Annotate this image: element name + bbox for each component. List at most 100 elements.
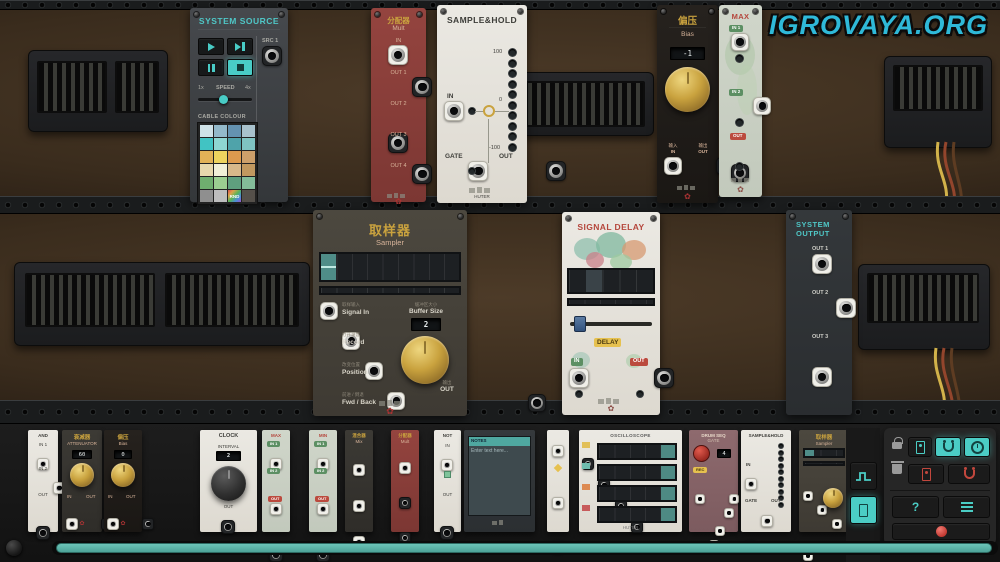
in2-jack[interactable] [552, 497, 564, 509]
cable-colour-swatch[interactable] [242, 125, 255, 137]
in2-jack[interactable] [317, 503, 329, 515]
module-tray-button[interactable] [850, 496, 877, 524]
speed-slider-handle[interactable] [219, 95, 228, 104]
bias-knob[interactable] [111, 463, 135, 487]
in1-jack[interactable] [353, 464, 365, 476]
tray-module-not[interactable]: NOT IN OUT [434, 430, 461, 532]
tray-module-bias[interactable]: 偏压 Bias 0 IN OUT ✿ [104, 430, 142, 532]
cable-colour-swatch[interactable] [214, 190, 227, 202]
scope-view-button[interactable] [850, 462, 877, 490]
history-button[interactable] [964, 437, 990, 457]
module-sample-hold[interactable]: SAMPLE&HOLD 100 0 -100 IN GATE OUT HUTER [437, 5, 527, 203]
out-jack[interactable] [36, 526, 50, 540]
in2-jack[interactable] [353, 500, 365, 512]
src1-jack[interactable] [262, 46, 282, 66]
buffer-knob[interactable] [823, 488, 843, 508]
gate-jack[interactable] [761, 515, 773, 527]
out-jack[interactable] [142, 518, 154, 530]
delete-module-button[interactable] [908, 464, 944, 484]
cable-colour-swatch[interactable] [228, 138, 241, 150]
in1-jack[interactable] [731, 33, 749, 51]
cable-colour-swatch[interactable] [214, 151, 227, 163]
buffer-size-knob[interactable] [401, 336, 449, 384]
cable-colour-swatch[interactable] [200, 125, 213, 137]
step-button[interactable] [227, 38, 253, 55]
in-jack[interactable] [399, 462, 411, 474]
out2-jack[interactable] [836, 298, 856, 318]
in2-jack[interactable] [753, 97, 771, 115]
delete-cables-button[interactable] [948, 464, 990, 484]
out-jack[interactable] [546, 161, 566, 181]
tray-scrollbar-thumb[interactable] [56, 543, 992, 553]
tray-module-max[interactable]: MAX IN 1 IN 2 OUT [262, 430, 290, 532]
signal-in-jack[interactable] [320, 302, 338, 320]
in-jack[interactable] [444, 101, 464, 121]
in-jack[interactable] [388, 45, 408, 65]
cable-colour-swatch[interactable] [214, 177, 227, 189]
tray-scroll-knob[interactable] [6, 540, 28, 558]
seq-jack-4[interactable] [715, 526, 725, 536]
record-jack[interactable] [817, 505, 827, 515]
tray-module-edge[interactable] [547, 430, 569, 532]
lock-cables-button[interactable] [935, 437, 961, 457]
cable-colour-swatch[interactable] [228, 177, 241, 189]
signal-in-jack[interactable] [803, 491, 813, 501]
tray-module-mult[interactable]: 分配器 Mult [391, 430, 419, 532]
gate-display[interactable]: 4 [717, 449, 731, 458]
buffer-size-display[interactable]: 2 [411, 318, 441, 331]
delay-slider[interactable] [570, 322, 652, 326]
menu-button[interactable] [943, 496, 990, 518]
tray-module-mix[interactable]: 混合器 Mix [345, 430, 373, 532]
tray-module-sampler[interactable]: 取样器 Sampler [799, 430, 849, 532]
tray-module-drumseq[interactable]: DRUM SEQ GATE 4 REC [689, 430, 738, 532]
out1-jack[interactable] [399, 497, 411, 509]
tray-scrollbar-track[interactable] [52, 541, 998, 555]
in-jack[interactable] [441, 459, 453, 471]
in2-jack[interactable] [270, 503, 282, 515]
cable-colour-swatch[interactable] [200, 190, 213, 202]
speed-slider[interactable] [198, 98, 252, 101]
cable-colour-swatch[interactable] [228, 151, 241, 163]
cable-colour-swatch[interactable] [214, 164, 227, 176]
help-button[interactable]: ? [892, 496, 939, 518]
out-jack[interactable] [221, 520, 235, 534]
value-display[interactable]: 0 [114, 450, 132, 459]
delay-slider-handle[interactable] [574, 316, 586, 332]
in-jack[interactable] [552, 445, 564, 457]
cable-colour-swatch[interactable] [228, 164, 241, 176]
trigger-button[interactable] [693, 445, 710, 462]
module-signal-delay[interactable]: SIGNAL DELAY DELAY IN OUT ✿ [562, 212, 660, 415]
module-bias[interactable]: 偏压 Bias -1 输入 输出 IN OUT ✿ [657, 5, 718, 203]
module-system-source[interactable]: SYSTEM SOURCE 1x SPEED 4x CABLE COLOUR R… [190, 8, 288, 202]
cable-colour-swatch[interactable] [228, 125, 241, 137]
record-button[interactable] [892, 523, 990, 540]
interval-display[interactable]: 2 [216, 451, 241, 461]
cable-colour-swatch[interactable] [200, 151, 213, 163]
seq-jack-2[interactable] [729, 494, 739, 504]
seq-jack-1[interactable] [695, 494, 705, 504]
module-sampler[interactable]: 取样器 Sampler 取样输入 Signal In 打开录音 Record 改… [313, 210, 467, 416]
position-jack[interactable] [832, 519, 842, 529]
cable-colour-swatch[interactable]: RND [228, 190, 241, 202]
cable-colour-swatch[interactable] [200, 138, 213, 150]
module-max[interactable]: MAX IN 1 IN 2 OUT ✿ [719, 5, 762, 197]
module-system-output[interactable]: SYSTEM OUTPUT OUT 1 OUT 2 OUT 3 [786, 210, 852, 415]
out-jack[interactable] [654, 368, 674, 388]
cable-colour-swatch[interactable] [242, 190, 255, 202]
play-button[interactable] [198, 38, 224, 55]
value-display[interactable]: 60 [72, 450, 92, 459]
out-jack[interactable] [528, 394, 546, 412]
cable-colour-swatch[interactable] [214, 125, 227, 137]
cable-colour-swatch[interactable] [200, 164, 213, 176]
tray-module-attenuator[interactable]: 衰减器 ATTENUATOR 60 IN OUT ✿ [62, 430, 102, 532]
clock-knob[interactable] [211, 466, 246, 501]
tray-module-notes[interactable]: NOTES Enter text here... [464, 430, 535, 532]
tray-module-min[interactable]: MIN IN 1 IN 2 OUT [309, 430, 337, 532]
tray-module-clock[interactable]: CLOCK INTERVAL 2 OUT [200, 430, 257, 532]
module-mult[interactable]: 分配器 Mult IN OUT 1 OUT 2 OUT 3 OUT 4 ✿ [371, 8, 426, 202]
bias-knob[interactable] [665, 67, 710, 112]
cable-colour-swatch[interactable] [200, 177, 213, 189]
tray-module-oscilloscope[interactable]: OSCILLOSCOPE HUTER [579, 430, 682, 532]
tray-module-sample-hold[interactable]: SAMPLE&HOLD IN GATE OUT [741, 430, 791, 532]
cable-colour-swatch[interactable] [214, 138, 227, 150]
